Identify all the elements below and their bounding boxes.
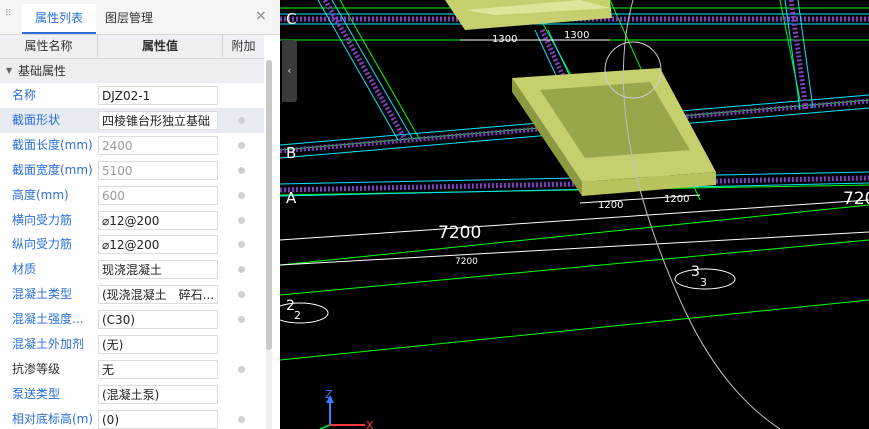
property-row[interactable]: 横向受力筋 ⌀12@200 — [0, 208, 264, 233]
column-header-name: 属性名称 — [0, 35, 98, 58]
property-value-field[interactable]: (现浇混凝土 碎石... — [98, 285, 218, 305]
extra-checkbox-icon[interactable] — [238, 191, 245, 199]
property-value-field[interactable]: (0) — [98, 409, 218, 429]
property-name: 高度(mm) — [12, 187, 69, 202]
property-name: 材质 — [12, 262, 37, 277]
group-label: 基础属性 — [18, 64, 67, 78]
property-value-field[interactable]: 现浇混凝土 — [98, 260, 218, 280]
svg-text:3: 3 — [700, 276, 707, 289]
extra-checkbox-icon[interactable] — [238, 291, 245, 299]
property-value-field[interactable]: ⌀12@200 — [98, 235, 218, 255]
collapse-triangle-icon[interactable]: ▼ — [6, 59, 12, 83]
property-panel: ⠿ 属性列表 图层管理 × 属性名称 属性值 附加 ▼ 基础属性 名称 DJZ02… — [0, 0, 280, 429]
property-row[interactable]: 截面形状 四棱锥台形独立基础 — [0, 107, 264, 133]
dim-mid-1: 1200 — [598, 200, 623, 211]
property-row[interactable]: 高度(mm) 600 — [0, 183, 264, 208]
property-name: 截面长度(mm) — [12, 137, 93, 152]
property-value-field[interactable]: 四棱锥台形独立基础 — [98, 110, 218, 130]
column-header-extra: 附加 — [231, 39, 256, 53]
axis-label-b: B — [286, 144, 296, 162]
property-value-field[interactable]: 5100 — [98, 160, 218, 180]
panel-tab-bar: ⠿ 属性列表 图层管理 × — [0, 0, 280, 35]
property-name: 截面形状 — [12, 112, 61, 127]
property-row[interactable]: 纵向受力筋 ⌀12@200 — [0, 232, 264, 257]
property-value-field[interactable]: 2400 — [98, 135, 218, 155]
drag-grip-icon[interactable]: ⠿ — [5, 10, 12, 24]
property-value-field[interactable]: 无 — [98, 359, 218, 379]
property-value-field[interactable]: (C30) — [98, 310, 218, 330]
chevron-left-icon: ‹ — [287, 64, 292, 77]
group-basic-properties[interactable]: ▼ 基础属性 — [0, 59, 264, 83]
property-row[interactable]: 混凝土类型 (现浇混凝土 碎石... — [0, 282, 264, 307]
property-name: 混凝土类型 — [12, 287, 73, 302]
property-name: 截面宽度(mm) — [12, 162, 93, 177]
property-row[interactable]: 混凝土外加剂 (无) — [0, 332, 264, 357]
property-name: 混凝土强度... — [12, 312, 84, 327]
property-row[interactable]: 材质 现浇混凝土 — [0, 257, 264, 282]
property-row[interactable]: 名称 DJZ02-1 — [0, 83, 264, 108]
extra-checkbox-icon[interactable] — [238, 166, 245, 174]
property-row[interactable]: 相对底标高(m) (0) — [0, 407, 264, 429]
extra-checkbox-icon[interactable] — [238, 141, 245, 149]
close-icon[interactable]: × — [254, 8, 268, 24]
property-value-field[interactable]: (无) — [98, 335, 218, 354]
property-value-field[interactable]: (混凝土泵) — [98, 384, 218, 404]
cad-viewport[interactable]: 1300 1300 1200 1200 7200 7200 720 C B A … — [280, 0, 869, 429]
property-row[interactable]: 抗渗等级 无 — [0, 357, 264, 382]
tab-layer-management[interactable]: 图层管理 — [92, 4, 166, 32]
collapse-panel-button[interactable]: ‹ — [282, 40, 297, 102]
span-right-label: 720 — [843, 189, 869, 209]
extra-checkbox-icon[interactable] — [238, 216, 245, 224]
svg-text:2: 2 — [294, 309, 301, 322]
axis-label-c: C — [286, 10, 296, 28]
property-row[interactable]: 混凝土强度... (C30) — [0, 307, 264, 332]
extra-checkbox-icon[interactable] — [238, 266, 245, 274]
tab-property-list[interactable]: 属性列表 — [22, 4, 96, 34]
dim-top-2: 1300 — [564, 30, 589, 41]
property-name: 泵送类型 — [12, 386, 61, 401]
dim-mid-2: 1200 — [664, 194, 689, 205]
span-large-label: 7200 — [438, 223, 481, 243]
ucs-x-label: X — [366, 419, 374, 429]
scrollbar-thumb[interactable] — [266, 60, 272, 350]
axis-label-a: A — [286, 189, 297, 207]
property-name: 名称 — [12, 88, 37, 102]
property-name: 混凝土外加剂 — [12, 337, 85, 351]
property-value-field[interactable]: DJZ02-1 — [98, 86, 218, 105]
dim-top-1: 1300 — [492, 34, 517, 45]
grid-bubble-3: 3 — [691, 264, 700, 280]
extra-checkbox-icon[interactable] — [238, 316, 245, 324]
property-row[interactable]: 泵送类型 (混凝土泵) — [0, 382, 264, 407]
property-name: 抗渗等级 — [12, 361, 61, 376]
property-row[interactable]: 截面宽度(mm) 5100 — [0, 158, 264, 183]
extra-checkbox-icon[interactable] — [238, 241, 245, 249]
ucs-z-label: Z — [325, 388, 333, 401]
span-small-label: 7200 — [455, 257, 478, 267]
property-value-field[interactable]: 600 — [98, 185, 218, 205]
column-header-value: 属性值 — [98, 35, 223, 58]
property-row[interactable]: 截面长度(mm) 2400 — [0, 133, 264, 158]
property-name: 相对底标高(m) — [12, 411, 94, 426]
extra-checkbox-icon[interactable] — [238, 116, 245, 124]
property-table-header: 属性名称 属性值 附加 — [0, 35, 264, 59]
extra-checkbox-icon[interactable] — [238, 365, 245, 373]
extra-checkbox-icon[interactable] — [238, 415, 245, 423]
property-value-field[interactable]: ⌀12@200 — [98, 210, 218, 230]
property-name: 横向受力筋 — [12, 212, 73, 227]
property-name: 纵向受力筋 — [12, 237, 73, 252]
